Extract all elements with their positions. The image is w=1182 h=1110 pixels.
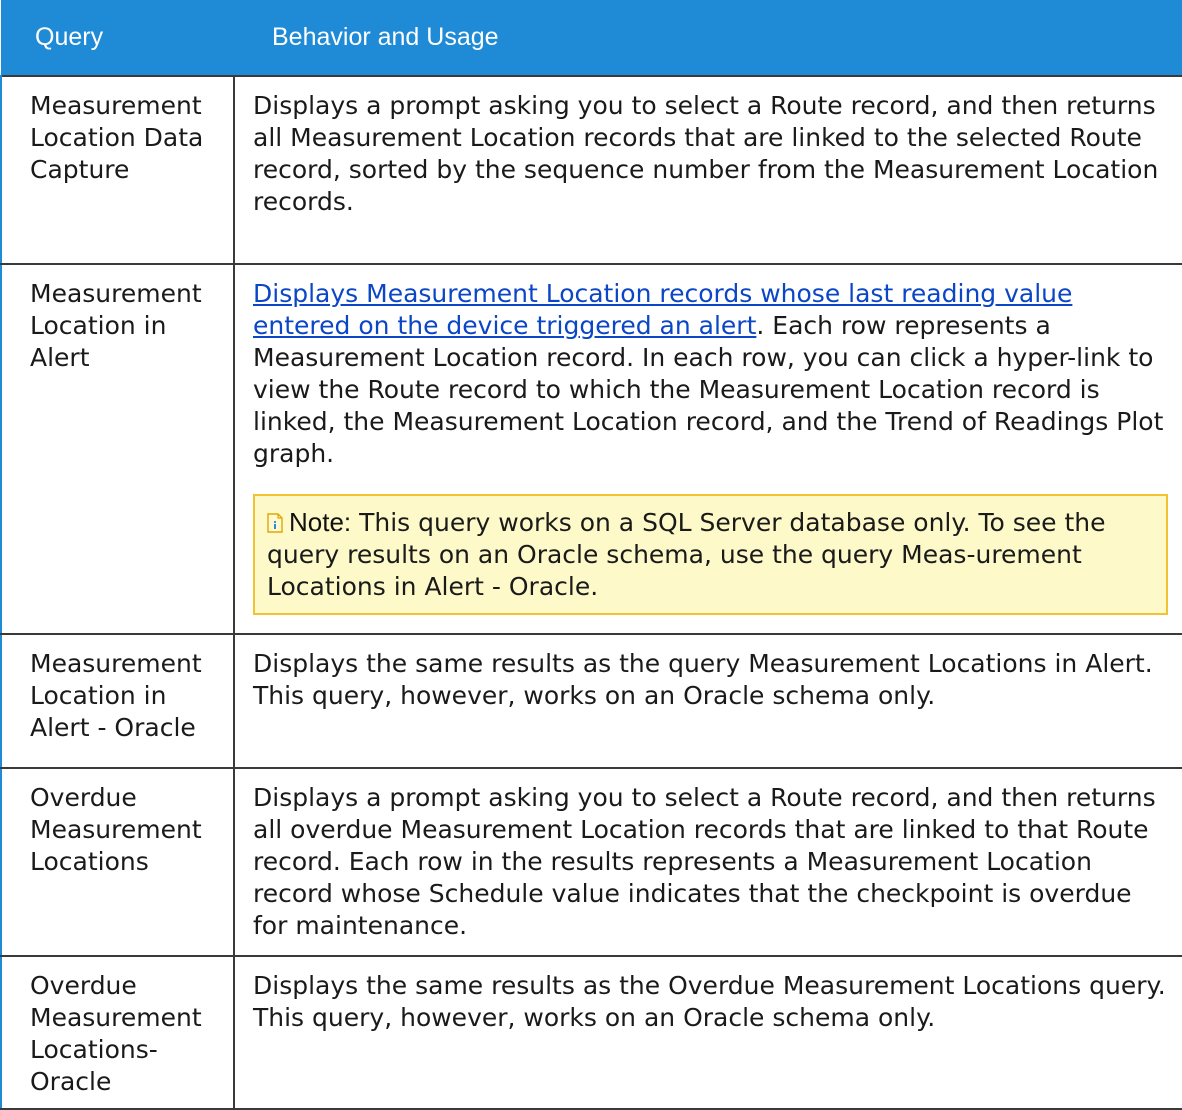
query-behavior: Displays a prompt asking you to select a…: [233, 767, 1182, 957]
header-query: Query: [1, 0, 234, 76]
table-row: Measurement Location Data Capture Displa…: [0, 75, 1182, 265]
note-icon: [267, 513, 283, 533]
note-text: This query works on a SQL Server databas…: [267, 508, 1106, 601]
query-name: Measurement Location in Alert - Oracle: [0, 633, 235, 769]
table-row: Overdue Measurement Locations Displays a…: [0, 767, 1182, 957]
query-name: Overdue Measurement Locations-Oracle: [0, 955, 235, 1110]
query-behavior: Displays Measurement Location records wh…: [233, 263, 1182, 635]
query-name: Overdue Measurement Locations: [0, 767, 235, 957]
query-behavior: Displays the same results as the query M…: [233, 633, 1182, 769]
table-row: Overdue Measurement Locations-Oracle Dis…: [0, 955, 1182, 1110]
query-name: Measurement Location Data Capture: [0, 75, 235, 265]
table-row: Measurement Location in Alert Displays M…: [0, 263, 1182, 635]
note-box: Note: This query works on a SQL Server d…: [253, 494, 1168, 615]
queries-table: Query Behavior and Usage Measurement Loc…: [0, 0, 1182, 1110]
header-behavior: Behavior and Usage: [234, 0, 1182, 76]
note-label: Note:: [289, 507, 352, 537]
header-row: Query Behavior and Usage: [1, 0, 1182, 76]
query-name: Measurement Location in Alert: [0, 263, 235, 635]
table-header: Query Behavior and Usage: [1, 0, 1182, 76]
table-row: Measurement Location in Alert - Oracle D…: [0, 633, 1182, 769]
query-behavior: Displays a prompt asking you to select a…: [233, 75, 1182, 265]
query-behavior: Displays the same results as the Overdue…: [233, 955, 1182, 1110]
